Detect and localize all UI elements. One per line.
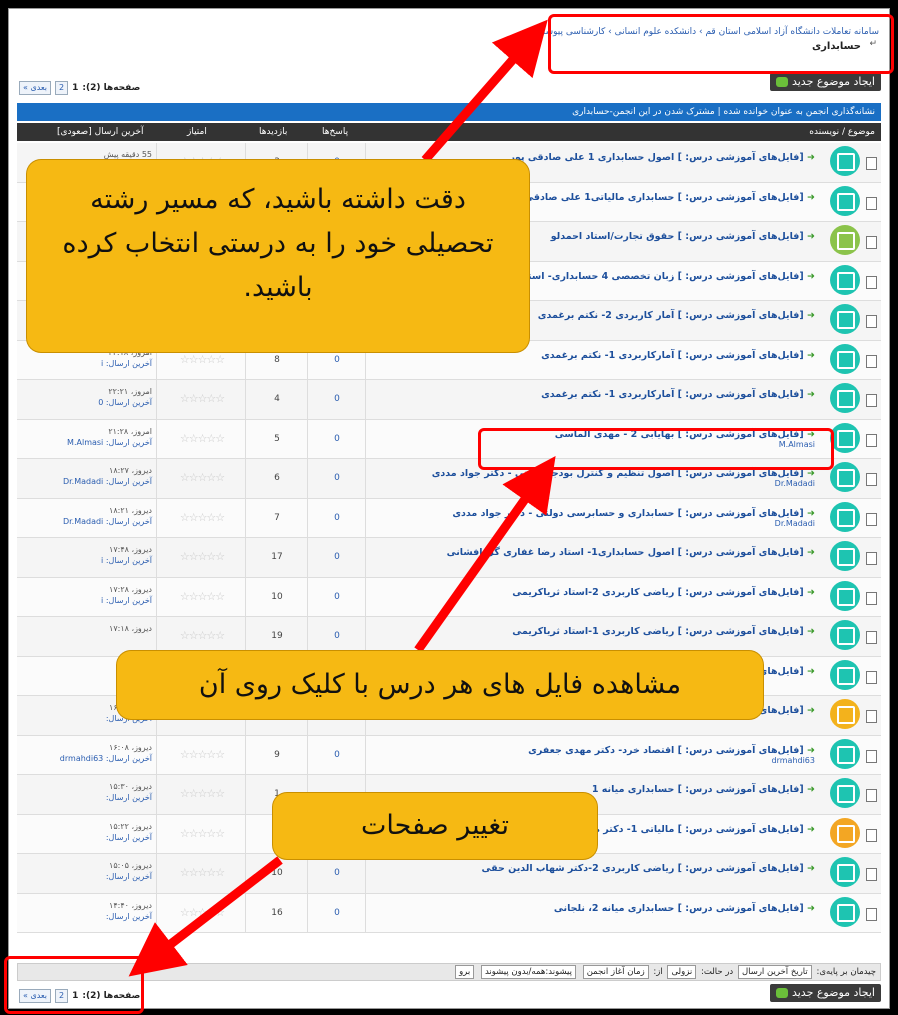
arrow-to-pagination <box>128 856 283 977</box>
arrow-to-topic <box>414 455 556 653</box>
callout-pages-tip: تغییر صفحات <box>273 793 597 859</box>
callout-path-tip: دقت داشته باشید، که مسیر رشته تحصیلی خود… <box>27 160 529 352</box>
callout-files-tip: مشاهده فایل های هر درس با کلیک روی آن <box>117 651 763 719</box>
arrow-to-breadcrumb <box>421 19 548 163</box>
annotation-arrows <box>128 19 556 977</box>
